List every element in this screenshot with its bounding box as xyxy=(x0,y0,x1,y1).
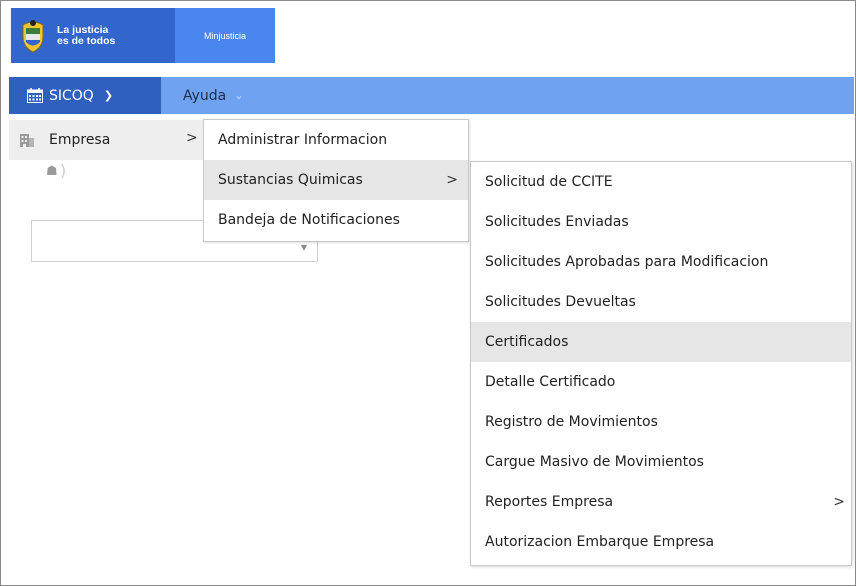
chevron-right-icon: > xyxy=(186,130,198,146)
menu-level-1: Empresa > xyxy=(9,120,209,160)
ministry-logo[interactable]: Minjusticia xyxy=(175,8,275,63)
menu-item-label: Reportes Empresa xyxy=(485,494,614,510)
menu-item-label: Solicitudes Aprobadas para Modificacion xyxy=(485,254,769,270)
government-logo[interactable]: La justicia es de todos xyxy=(11,8,175,63)
slogan: La justicia es de todos xyxy=(57,23,116,47)
menu-item-label: Bandeja de Notificaciones xyxy=(218,212,400,228)
menu-item-label: Solicitudes Enviadas xyxy=(485,214,629,230)
menu-item-label: Administrar Informacion xyxy=(218,132,388,148)
menu-item-label: Detalle Certificado xyxy=(485,374,616,390)
menu-level-2: Administrar Informacion Sustancias Quimi… xyxy=(203,119,469,242)
menu-item-solicitudes-devueltas[interactable]: Solicitudes Devueltas xyxy=(471,282,851,322)
menu-item-certificados[interactable]: Certificados xyxy=(471,322,851,362)
menu-item-label: Solicitud de CCITE xyxy=(485,174,613,190)
menu-level-3: Solicitud de CCITE Solicitudes Enviadas … xyxy=(470,161,852,566)
menu-item-label: Solicitudes Devueltas xyxy=(485,294,636,310)
menu-item-label: Cargue Masivo de Movimientos xyxy=(485,454,704,470)
menu-item-reportes-empresa[interactable]: Reportes Empresa > xyxy=(471,482,851,522)
menu-item-solicitud-ccite[interactable]: Solicitud de CCITE xyxy=(471,162,851,202)
breadcrumb-separator: ) xyxy=(60,161,67,180)
nav-ayuda-menu[interactable]: Ayuda ⌄ xyxy=(183,77,243,114)
menu-item-label: Autorizacion Embarque Empresa xyxy=(485,534,715,550)
menu-item-solicitudes-enviadas[interactable]: Solicitudes Enviadas xyxy=(471,202,851,242)
slogan-line-1: La justicia xyxy=(57,23,109,36)
chevron-down-icon: ❯ xyxy=(103,89,114,102)
header-logo-bar: La justicia es de todos Minjusticia xyxy=(11,8,275,63)
menu-item-autorizacion-embarque[interactable]: Autorizacion Embarque Empresa xyxy=(471,522,851,562)
chevron-right-icon: > xyxy=(833,494,845,510)
menu-item-label: Empresa xyxy=(49,132,111,148)
menu-item-label: Certificados xyxy=(485,334,569,350)
chevron-down-icon: ⌄ xyxy=(234,89,244,102)
chevron-right-icon: > xyxy=(446,172,458,188)
building-icon xyxy=(20,134,34,147)
menu-item-detalle-certificado[interactable]: Detalle Certificado xyxy=(471,362,851,402)
slogan-line-2: es de todos xyxy=(57,34,116,47)
menu-item-bandeja-notificaciones[interactable]: Bandeja de Notificaciones xyxy=(204,200,468,240)
calendar-icon xyxy=(27,88,43,103)
nav-sicoq-menu[interactable]: SICOQ ❯ xyxy=(9,77,161,114)
menu-item-solicitudes-aprobadas[interactable]: Solicitudes Aprobadas para Modificacion xyxy=(471,242,851,282)
ministry-label: Minjusticia xyxy=(203,30,246,41)
coat-of-arms-icon xyxy=(22,19,44,53)
menu-item-sustancias-quimicas[interactable]: Sustancias Quimicas > xyxy=(204,160,468,200)
menu-item-label: Sustancias Quimicas xyxy=(218,172,363,188)
menu-item-label: Registro de Movimientos xyxy=(485,414,658,430)
caret-down-icon: ▼ xyxy=(300,243,307,252)
nav-sicoq-label: SICOQ xyxy=(49,87,94,104)
home-icon[interactable]: ☗ xyxy=(46,164,58,179)
menu-item-cargue-masivo[interactable]: Cargue Masivo de Movimientos xyxy=(471,442,851,482)
top-navbar: SICOQ ❯ Ayuda ⌄ xyxy=(9,77,854,114)
nav-ayuda-label: Ayuda xyxy=(183,87,227,104)
menu-item-administrar-informacion[interactable]: Administrar Informacion xyxy=(204,120,468,160)
menu-item-empresa[interactable]: Empresa > xyxy=(9,120,209,160)
menu-item-registro-movimientos[interactable]: Registro de Movimientos xyxy=(471,402,851,442)
